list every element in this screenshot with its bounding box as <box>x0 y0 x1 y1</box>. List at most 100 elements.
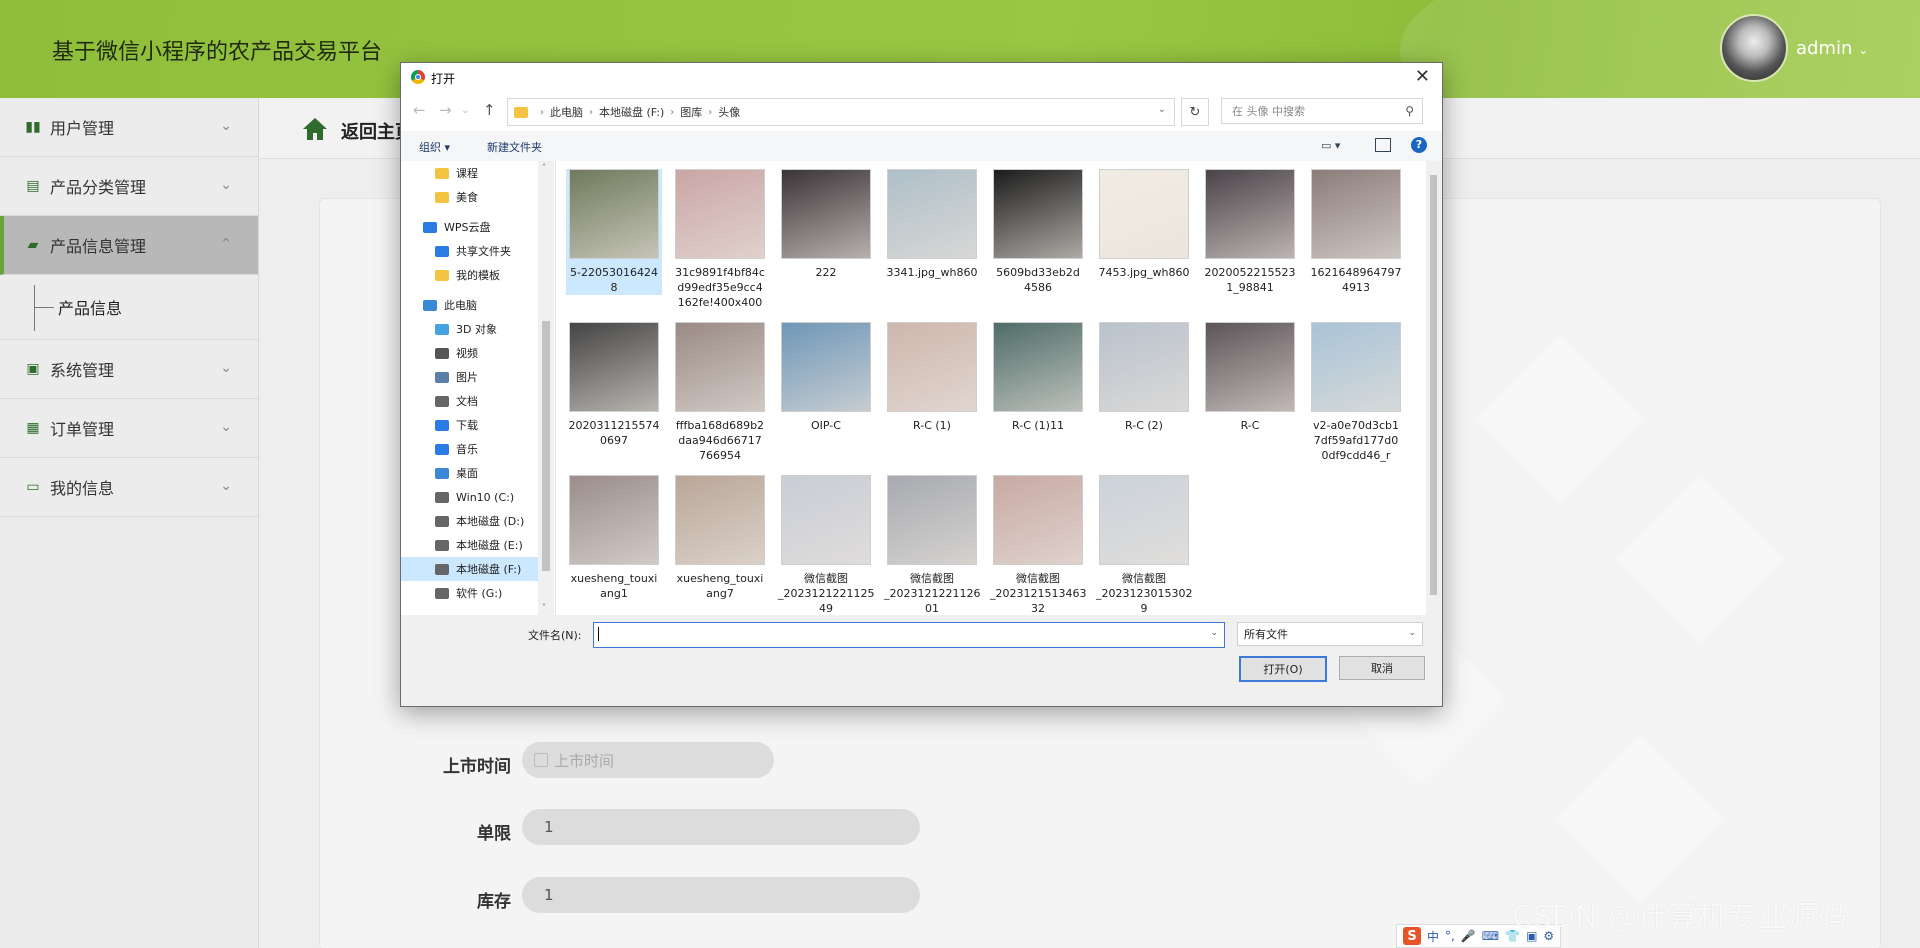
close-icon[interactable]: ✕ <box>1415 66 1430 87</box>
file-item[interactable]: 7453.jpg_wh860 <box>1096 169 1192 280</box>
path-segment[interactable]: 头像 <box>718 104 740 120</box>
nav-item[interactable]: 此电脑 <box>401 293 538 317</box>
nav-item[interactable]: 桌面 <box>401 461 538 485</box>
new-folder-button[interactable]: 新建文件夹 <box>487 139 542 155</box>
file-item[interactable]: OIP-C <box>778 322 874 433</box>
nav-item[interactable]: 本地磁盘 (F:) <box>401 557 538 581</box>
sidebar-subitem-label: 产品信息 <box>58 299 123 318</box>
nav-item[interactable]: 本地磁盘 (E:) <box>401 533 538 557</box>
file-thumbnail <box>887 475 977 565</box>
home-icon[interactable] <box>301 116 329 142</box>
chevron-down-icon[interactable]: ⌄ <box>1210 628 1218 638</box>
download-icon <box>435 419 449 431</box>
stock-input[interactable]: 1 <box>522 877 920 913</box>
scrollbar-thumb[interactable] <box>1430 175 1437 595</box>
nav-item[interactable]: 本地磁盘 (D:) <box>401 509 538 533</box>
view-options-icon[interactable]: ▭ ▾ <box>1321 139 1340 152</box>
filetype-select[interactable]: 所有文件 ⌄ <box>1237 622 1423 646</box>
keyboard-icon[interactable]: ⌨ <box>1482 929 1499 943</box>
microphone-icon[interactable]: 🎤 <box>1461 929 1476 943</box>
user-avatar[interactable] <box>1720 14 1788 82</box>
file-item[interactable]: R-C (2) <box>1096 322 1192 433</box>
file-scrollbar[interactable] <box>1426 161 1441 615</box>
preview-pane-icon[interactable] <box>1375 138 1391 152</box>
path-segment[interactable]: 此电脑 <box>550 104 583 120</box>
dialog-toolbar: 组织 ▾ 新建文件夹 ▭ ▾ ? <box>401 131 1442 162</box>
up-arrow-icon[interactable]: ↑ <box>483 101 496 119</box>
file-name: OIP-C <box>811 419 841 432</box>
file-item[interactable]: 5-22053016424 8 <box>566 169 662 295</box>
filename-input[interactable]: ⌄ <box>593 622 1225 648</box>
address-bar[interactable]: › 此电脑 › 本地磁盘 (F:) › 图库 › 头像 ⌄ <box>507 98 1175 126</box>
dialog-titlebar: 打开 ✕ <box>401 63 1442 93</box>
file-item[interactable]: R-C <box>1202 322 1298 433</box>
sidebar-item-order-management[interactable]: ▦ 订单管理 ⌄ <box>0 399 258 458</box>
sidebar-subitem-product-info[interactable]: 产品信息 <box>0 275 258 339</box>
nav-item[interactable]: 音乐 <box>401 437 538 461</box>
organize-menu[interactable]: 组织 ▾ <box>419 139 450 155</box>
recent-dropdown-icon[interactable]: ⌄ <box>461 105 469 116</box>
file-item[interactable]: 1621648964797 4913 <box>1308 169 1404 295</box>
file-item[interactable]: 2020311215574 0697 <box>566 322 662 448</box>
limit-input[interactable]: 1 <box>522 809 920 845</box>
file-item[interactable]: fffba168d689b2 daa946d66717 766954 <box>672 322 768 463</box>
scroll-down-icon[interactable]: ˅ <box>542 603 546 612</box>
file-item[interactable]: 5609bd33eb2d 4586 <box>990 169 1086 295</box>
file-item[interactable]: 微信截图 _2023121221125 49 <box>778 475 874 615</box>
back-arrow-icon[interactable]: ← <box>413 101 426 119</box>
sogou-ime-icon[interactable]: S <box>1403 927 1421 945</box>
file-item[interactable]: 222 <box>778 169 874 280</box>
forward-arrow-icon[interactable]: → <box>439 101 452 119</box>
nav-item[interactable]: 视频 <box>401 341 538 365</box>
sidebar-item-product-management[interactable]: ▰ 产品信息管理 ⌃ <box>0 216 258 275</box>
app-title: 基于微信小程序的农产品交易平台 <box>52 40 383 65</box>
nav-item[interactable]: 共享文件夹 <box>401 239 538 263</box>
nav-item[interactable]: 3D 对象 <box>401 317 538 341</box>
scrollbar-thumb[interactable] <box>542 321 550 571</box>
help-icon[interactable]: ? <box>1411 137 1427 153</box>
file-item[interactable]: R-C (1)11 <box>990 322 1086 433</box>
release-time-input[interactable]: 上市时间 <box>522 742 774 778</box>
file-item[interactable]: xuesheng_touxi ang7 <box>672 475 768 601</box>
sidebar-item-user-management[interactable]: ▮▮ 用户管理 ⌄ <box>0 98 258 157</box>
folder-icon <box>435 167 449 179</box>
stock-value: 1 <box>544 886 554 904</box>
sidebar-item-category-management[interactable]: ▤ 产品分类管理 ⌄ <box>0 157 258 216</box>
path-segment[interactable]: 本地磁盘 (F:) <box>599 104 664 120</box>
file-item[interactable]: R-C (1) <box>884 322 980 433</box>
sidebar-item-label: 产品分类管理 <box>50 178 147 197</box>
nav-item[interactable]: Win10 (C:) <box>401 485 538 509</box>
user-menu[interactable]: admin ⌄ <box>1796 38 1868 59</box>
refresh-icon[interactable]: ↻ <box>1181 98 1209 126</box>
file-item[interactable]: 微信截图 _2023123015302 9 <box>1096 475 1192 615</box>
file-item[interactable]: v2-a0e70d3cb1 7df59afd177d0 0df9cdd46_r <box>1308 322 1404 463</box>
nav-item[interactable]: 图片 <box>401 365 538 389</box>
nav-item[interactable]: 文档 <box>401 389 538 413</box>
nav-scrollbar[interactable]: ˄ ˅ <box>538 161 554 615</box>
nav-item[interactable]: 下载 <box>401 413 538 437</box>
file-item[interactable]: 微信截图 _2023121513463 32 <box>990 475 1086 615</box>
file-item[interactable]: 3341.jpg_wh860 <box>884 169 980 280</box>
file-item[interactable]: 微信截图 _2023121221126 01 <box>884 475 980 615</box>
nav-item[interactable]: 软件 (G:) <box>401 581 538 605</box>
scroll-up-icon[interactable]: ˄ <box>542 163 546 172</box>
nav-item[interactable]: 美食 <box>401 185 538 209</box>
chevron-down-icon[interactable]: ⌄ <box>1158 104 1166 115</box>
ime-punctuation[interactable]: °, <box>1445 929 1455 943</box>
file-item[interactable]: xuesheng_touxi ang1 <box>566 475 662 601</box>
nav-item-label: 共享文件夹 <box>456 245 511 258</box>
nav-item[interactable]: 课程 <box>401 161 538 185</box>
sidebar-item-system-management[interactable]: ▣ 系统管理 ⌄ <box>0 339 258 399</box>
path-segment[interactable]: 图库 <box>680 104 702 120</box>
nav-item[interactable]: 我的模板 <box>401 263 538 287</box>
nav-item[interactable]: WPS云盘 <box>401 215 538 239</box>
search-icon: ⚲ <box>1405 104 1414 118</box>
ime-mode[interactable]: 中 <box>1427 928 1439 945</box>
search-input[interactable]: 在 头像 中搜索 ⚲ <box>1221 98 1423 124</box>
file-thumbnail <box>675 169 765 259</box>
file-item[interactable]: 31c9891f4bf84c d99edf35e9cc4 162fe!400x4… <box>672 169 768 310</box>
cancel-button[interactable]: 取消 <box>1339 656 1425 680</box>
sidebar-item-my-info[interactable]: ▭ 我的信息 ⌄ <box>0 458 258 517</box>
open-button[interactable]: 打开(O) <box>1239 656 1327 682</box>
file-item[interactable]: 2020052215523 1_98841 <box>1202 169 1298 295</box>
